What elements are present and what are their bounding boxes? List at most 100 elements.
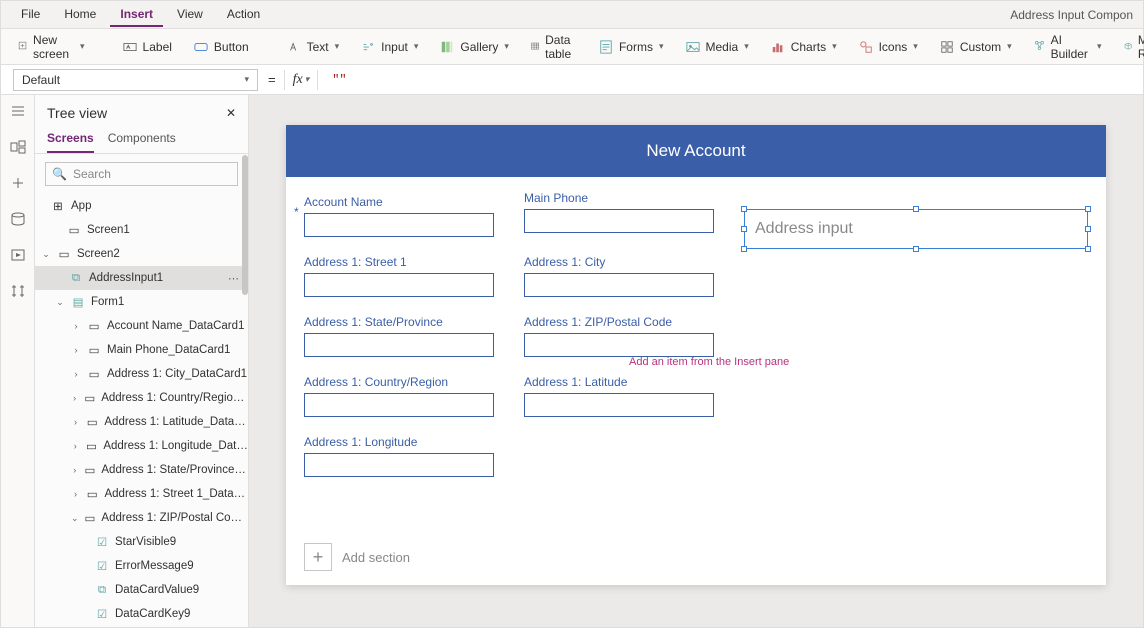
charts-button[interactable]: Charts ▾ <box>762 35 846 59</box>
tree-item-datacard[interactable]: ›▭Address 1: State/Province_DataCard1 <box>35 458 248 482</box>
tree-item-datacard[interactable]: ›▭Main Phone_DataCard1 <box>35 338 248 362</box>
zip-input[interactable] <box>524 333 714 357</box>
resize-handle[interactable] <box>741 246 747 252</box>
treeview-icon[interactable] <box>10 139 26 155</box>
aibuilder-button[interactable]: AI Builder ▾ <box>1025 28 1111 66</box>
input-button[interactable]: Input ▾ <box>352 35 427 59</box>
datacard-icon: ▭ <box>87 320 101 332</box>
datacard-icon: ▭ <box>84 392 95 404</box>
longitude-input[interactable] <box>304 453 494 477</box>
chevron-right-icon: › <box>71 417 80 427</box>
field-account-name[interactable]: * Account Name <box>304 191 494 237</box>
menu-action[interactable]: Action <box>217 3 270 27</box>
add-section-button[interactable]: + <box>304 543 332 571</box>
street-input[interactable] <box>304 273 494 297</box>
menu-home[interactable]: Home <box>54 3 106 27</box>
screen-header: New Account <box>286 125 1106 177</box>
resize-handle[interactable] <box>1085 226 1091 232</box>
chevron-right-icon: › <box>71 345 81 355</box>
address-input-component[interactable]: Address input <box>744 209 1088 249</box>
tree-item-datacard[interactable]: ›▭Address 1: Latitude_DataCard1 <box>35 410 248 434</box>
canvas-area[interactable]: New Account * Account Name Main Phone <box>249 95 1143 627</box>
state-input[interactable] <box>304 333 494 357</box>
equals-label: = <box>268 72 276 87</box>
input-icon: ⧉ <box>95 584 109 596</box>
media-button[interactable]: Media ▾ <box>677 35 758 59</box>
tree-item-screen1[interactable]: ▭ Screen1 <box>35 218 248 242</box>
field-label: Address 1: City <box>524 255 714 269</box>
button-button[interactable]: Button <box>185 35 258 59</box>
close-icon[interactable]: ✕ <box>226 106 236 120</box>
resize-handle[interactable] <box>913 206 919 212</box>
chevron-down-icon: ⌄ <box>71 513 79 524</box>
main-phone-input[interactable] <box>524 209 714 233</box>
media-icon[interactable] <box>10 247 26 263</box>
charts-label: Charts <box>791 40 826 54</box>
search-input[interactable]: 🔍 Search <box>45 162 238 186</box>
city-input[interactable] <box>524 273 714 297</box>
tree-item-datacard[interactable]: ⌄▭Address 1: ZIP/Postal Code_DataCard1 <box>35 506 248 530</box>
label-button[interactable]: Label <box>114 35 181 59</box>
tree-item-datacard[interactable]: ›▭Address 1: Country/Region_DataCard1 <box>35 386 248 410</box>
resize-handle[interactable] <box>1085 206 1091 212</box>
tree-label: Address 1: Country/Region_DataCard1 <box>101 392 248 404</box>
field-latitude[interactable]: Address 1: Latitude <box>524 375 714 417</box>
tree-item-addressinput[interactable]: ⧉ AddressInput1 ⋯ <box>35 266 248 290</box>
resize-handle[interactable] <box>913 246 919 252</box>
field-state[interactable]: Address 1: State/Province <box>304 315 494 357</box>
screen-icon: ▭ <box>67 224 81 236</box>
icons-button[interactable]: Icons ▾ <box>850 35 927 59</box>
tree-item-screen2[interactable]: ⌄ ▭ Screen2 <box>35 242 248 266</box>
tree-item-canvas[interactable]: ⌄⊙Canvas1 <box>35 626 248 627</box>
formula-input[interactable]: "" <box>326 73 1133 87</box>
tree-item-control[interactable]: ☑DataCardKey9 <box>35 602 248 626</box>
screen-icon: ▭ <box>57 248 71 260</box>
custom-button[interactable]: Custom ▾ <box>931 35 1021 59</box>
field-longitude[interactable]: Address 1: Longitude <box>304 435 494 477</box>
field-zip[interactable]: Address 1: ZIP/Postal Code <box>524 315 714 357</box>
resize-handle[interactable] <box>741 226 747 232</box>
label-icon: ☑ <box>95 560 109 572</box>
tree-item-datacard[interactable]: ›▭Address 1: Street 1_DataCard1 <box>35 482 248 506</box>
forms-button[interactable]: Forms ▾ <box>590 35 673 59</box>
scrollbar[interactable] <box>242 155 248 295</box>
hamburger-icon[interactable] <box>10 103 26 119</box>
property-selector[interactable]: Default ▾ <box>13 69 258 91</box>
new-screen-button[interactable]: New screen ▾ <box>9 28 94 66</box>
button-label: Button <box>214 40 249 54</box>
tab-screens[interactable]: Screens <box>47 127 94 153</box>
menu-view[interactable]: View <box>167 3 213 27</box>
app-screen[interactable]: New Account * Account Name Main Phone <box>286 125 1106 585</box>
gallery-button[interactable]: Gallery ▾ <box>431 35 518 59</box>
tree-item-app[interactable]: ⊞ App <box>35 194 248 218</box>
tree-item-datacard[interactable]: ›▭Address 1: Longitude_DataCard1 <box>35 434 248 458</box>
country-input[interactable] <box>304 393 494 417</box>
tools-icon[interactable] <box>10 283 26 299</box>
resize-handle[interactable] <box>1085 246 1091 252</box>
text-button[interactable]: Text ▾ <box>278 35 349 59</box>
datatable-button[interactable]: Data table <box>522 28 586 66</box>
insert-icon[interactable] <box>10 175 26 191</box>
tree-item-datacard[interactable]: ›▭Address 1: City_DataCard1 <box>35 362 248 386</box>
data-icon[interactable] <box>10 211 26 227</box>
menu-file[interactable]: File <box>11 3 50 27</box>
chevron-down-icon: ▾ <box>1007 41 1012 52</box>
field-city[interactable]: Address 1: City <box>524 255 714 297</box>
tree-item-control[interactable]: ⧉DataCardValue9 <box>35 578 248 602</box>
resize-handle[interactable] <box>741 206 747 212</box>
mixedreality-button[interactable]: Mixed Reality ▾ <box>1115 28 1144 66</box>
charts-icon <box>771 40 785 54</box>
field-main-phone[interactable]: Main Phone <box>524 191 714 237</box>
tree-item-control[interactable]: ☑StarVisible9 <box>35 530 248 554</box>
chevron-down-icon: ▾ <box>913 41 918 52</box>
fx-button[interactable]: fx ▾ <box>293 72 310 88</box>
field-street[interactable]: Address 1: Street 1 <box>304 255 494 297</box>
more-icon[interactable]: ⋯ <box>228 272 240 285</box>
field-country[interactable]: Address 1: Country/Region <box>304 375 494 417</box>
tree-item-control[interactable]: ☑ErrorMessage9 <box>35 554 248 578</box>
latitude-input[interactable] <box>524 393 714 417</box>
tree-item-form1[interactable]: ⌄ ▤ Form1 <box>35 290 248 314</box>
tree-item-datacard[interactable]: ›▭Account Name_DataCard1 <box>35 314 248 338</box>
tab-components[interactable]: Components <box>108 127 176 153</box>
menu-insert[interactable]: Insert <box>110 3 163 27</box>
